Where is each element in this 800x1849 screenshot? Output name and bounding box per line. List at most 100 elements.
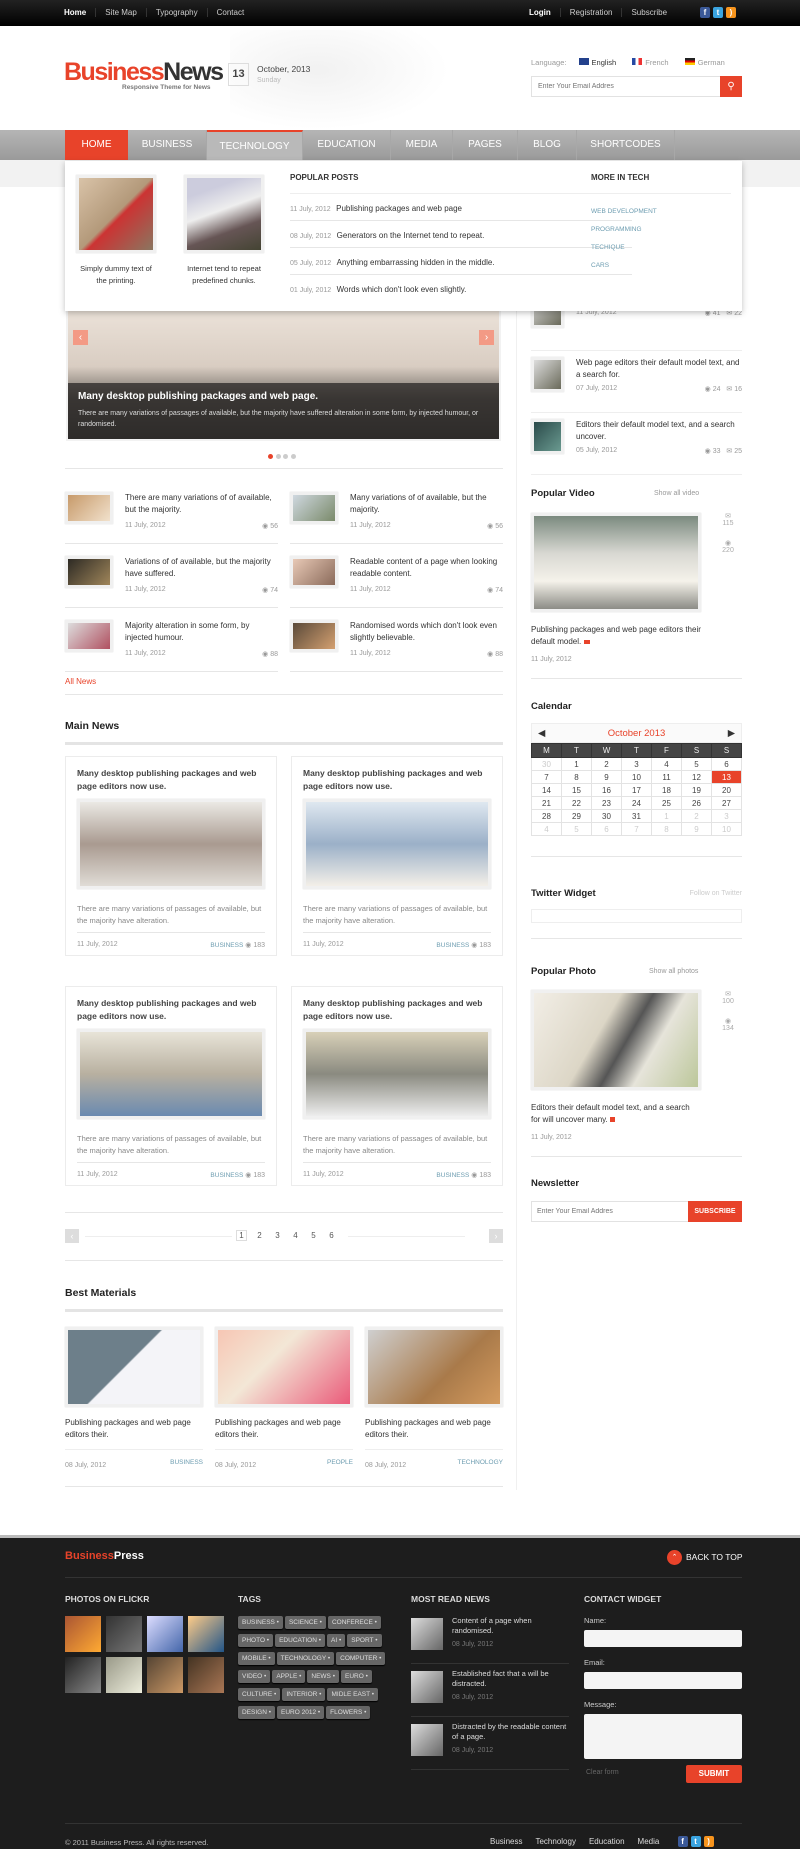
rss-icon[interactable]: ): [726, 7, 736, 19]
footer-link-media[interactable]: Media: [638, 1837, 660, 1846]
nav-business[interactable]: BUSINESS: [128, 130, 207, 160]
slider-prev-arrow-icon[interactable]: ‹: [73, 330, 88, 345]
best-material-item[interactable]: Publishing packages and web page editors…: [215, 1327, 353, 1477]
category-link[interactable]: BUSINESS: [436, 1172, 469, 1179]
calendar-day[interactable]: 11: [651, 770, 682, 784]
calendar-day[interactable]: 6: [711, 757, 742, 771]
follow-twitter-link[interactable]: Follow on Twitter: [690, 890, 742, 897]
facebook-icon[interactable]: f: [700, 7, 710, 19]
photo-caption[interactable]: Editors their default model text, and a …: [531, 1102, 691, 1126]
footer-logo[interactable]: BusinessPress: [65, 1550, 144, 1562]
more-link[interactable]: TECHIQUE: [591, 244, 731, 251]
nav-shortcodes[interactable]: SHORTCODES: [577, 130, 675, 160]
subscribe-link[interactable]: Subscribe: [622, 8, 676, 17]
slider-dot[interactable]: [283, 454, 289, 459]
nav-media[interactable]: MEDIA: [391, 130, 453, 160]
top-link-home[interactable]: Home: [55, 8, 97, 17]
calendar-day[interactable]: 1: [651, 809, 682, 823]
message-textarea[interactable]: [584, 1714, 742, 1759]
sidebar-news-item[interactable]: Editors their default model text, and a …: [531, 419, 742, 475]
email-input[interactable]: [584, 1672, 742, 1689]
category-link[interactable]: BUSINESS: [436, 942, 469, 949]
tag-button[interactable]: TECHNOLOGY •: [276, 1652, 335, 1665]
tag-button[interactable]: PHOTO •: [238, 1634, 274, 1647]
calendar-day[interactable]: 18: [651, 783, 682, 797]
slider-dot[interactable]: [268, 454, 273, 459]
calendar-day[interactable]: 27: [711, 796, 742, 810]
calendar-day[interactable]: 7: [531, 770, 562, 784]
search-icon[interactable]: ⚲: [720, 76, 742, 97]
calendar-day[interactable]: 2: [591, 757, 622, 771]
tag-button[interactable]: EURO •: [340, 1670, 372, 1683]
calendar-day[interactable]: 26: [681, 796, 712, 810]
featured-slider[interactable]: ‹ › Many desktop publishing packages and…: [66, 305, 501, 441]
calendar-day[interactable]: 30: [591, 809, 622, 823]
tag-button[interactable]: BUSINESS •: [238, 1616, 283, 1629]
popular-post-item[interactable]: 05 July, 2012 Anything embarrassing hidd…: [290, 248, 632, 275]
twitter-icon[interactable]: t: [690, 1836, 701, 1847]
calendar-day[interactable]: 8: [651, 822, 682, 836]
best-material-item[interactable]: Publishing packages and web page editors…: [65, 1327, 203, 1477]
small-news-item[interactable]: There are many variations of of availabl…: [65, 488, 278, 544]
top-link-sitemap[interactable]: Site Map: [96, 8, 147, 17]
calendar-day[interactable]: 29: [561, 809, 592, 823]
tag-button[interactable]: EDUCATION •: [275, 1634, 325, 1647]
page-link[interactable]: 1: [236, 1230, 247, 1241]
category-link[interactable]: BUSINESS: [210, 942, 243, 949]
calendar-day[interactable]: 17: [621, 783, 652, 797]
back-to-top-button[interactable]: ⌃ BACK TO TOP: [667, 1550, 743, 1565]
most-read-item[interactable]: Distracted by the readable content of a …: [411, 1722, 569, 1770]
facebook-icon[interactable]: f: [677, 1836, 688, 1847]
tag-button[interactable]: CULTURE •: [238, 1688, 281, 1701]
rss-icon[interactable]: ): [703, 1836, 714, 1847]
clear-form-link[interactable]: Clear form: [586, 1769, 619, 1776]
tag-button[interactable]: COMPUTER •: [336, 1652, 386, 1665]
flickr-photo[interactable]: [188, 1657, 224, 1693]
small-news-item[interactable]: Readable content of a page when looking …: [290, 552, 503, 608]
photo-thumbnail[interactable]: [531, 990, 701, 1090]
nav-home[interactable]: HOME: [65, 130, 128, 160]
page-link[interactable]: 4: [290, 1231, 301, 1240]
tag-button[interactable]: VIDEO •: [238, 1670, 271, 1683]
tag-button[interactable]: EURO 2012 •: [277, 1706, 325, 1719]
newsletter-email-input[interactable]: [532, 1202, 682, 1221]
flickr-photo[interactable]: [188, 1616, 224, 1652]
calendar-day[interactable]: 3: [621, 757, 652, 771]
logo[interactable]: BusinessNews: [64, 58, 224, 87]
tag-button[interactable]: MIDLE EAST •: [327, 1688, 379, 1701]
best-material-item[interactable]: Publishing packages and web page editors…: [365, 1327, 503, 1477]
news-card[interactable]: Many desktop publishing packages and web…: [65, 986, 277, 1186]
tag-button[interactable]: INTERIOR •: [282, 1688, 326, 1701]
calendar-day[interactable]: 12: [681, 770, 712, 784]
submit-button[interactable]: SUBMIT: [686, 1765, 742, 1783]
calendar-day[interactable]: 4: [531, 822, 562, 836]
footer-link-technology[interactable]: Technology: [535, 1837, 575, 1846]
flickr-photo[interactable]: [65, 1616, 101, 1652]
slider-dot[interactable]: [275, 454, 281, 459]
tag-button[interactable]: SCIENCE •: [284, 1616, 326, 1629]
calendar-day[interactable]: 10: [711, 822, 742, 836]
more-link[interactable]: PROGRAMMING: [591, 226, 731, 233]
calendar-day[interactable]: 10: [621, 770, 652, 784]
calendar-day[interactable]: 8: [561, 770, 592, 784]
flickr-photo[interactable]: [147, 1616, 183, 1652]
more-link[interactable]: CARS: [591, 262, 731, 269]
tag-button[interactable]: AI •: [327, 1634, 346, 1647]
tag-button[interactable]: APPLE •: [272, 1670, 306, 1683]
news-card[interactable]: Many desktop publishing packages and web…: [65, 756, 277, 956]
calendar-day[interactable]: 4: [651, 757, 682, 771]
calendar-day[interactable]: 22: [561, 796, 592, 810]
tag-button[interactable]: CONFERECE •: [327, 1616, 381, 1629]
pagination-prev-icon[interactable]: ‹: [65, 1229, 79, 1243]
calendar-day[interactable]: 6: [591, 822, 622, 836]
flickr-photo[interactable]: [106, 1657, 142, 1693]
small-news-item[interactable]: Majority alteration in some form, by inj…: [65, 616, 278, 672]
calendar-day[interactable]: 15: [561, 783, 592, 797]
small-news-item[interactable]: Variations of of available, but the majo…: [65, 552, 278, 608]
calendar-day[interactable]: 21: [531, 796, 562, 810]
news-card[interactable]: Many desktop publishing packages and web…: [291, 756, 503, 956]
tag-button[interactable]: FLOWERS •: [326, 1706, 371, 1719]
show-all-photos-link[interactable]: Show all photos: [649, 968, 698, 975]
tag-button[interactable]: SPORT •: [347, 1634, 382, 1647]
calendar-day[interactable]: 24: [621, 796, 652, 810]
